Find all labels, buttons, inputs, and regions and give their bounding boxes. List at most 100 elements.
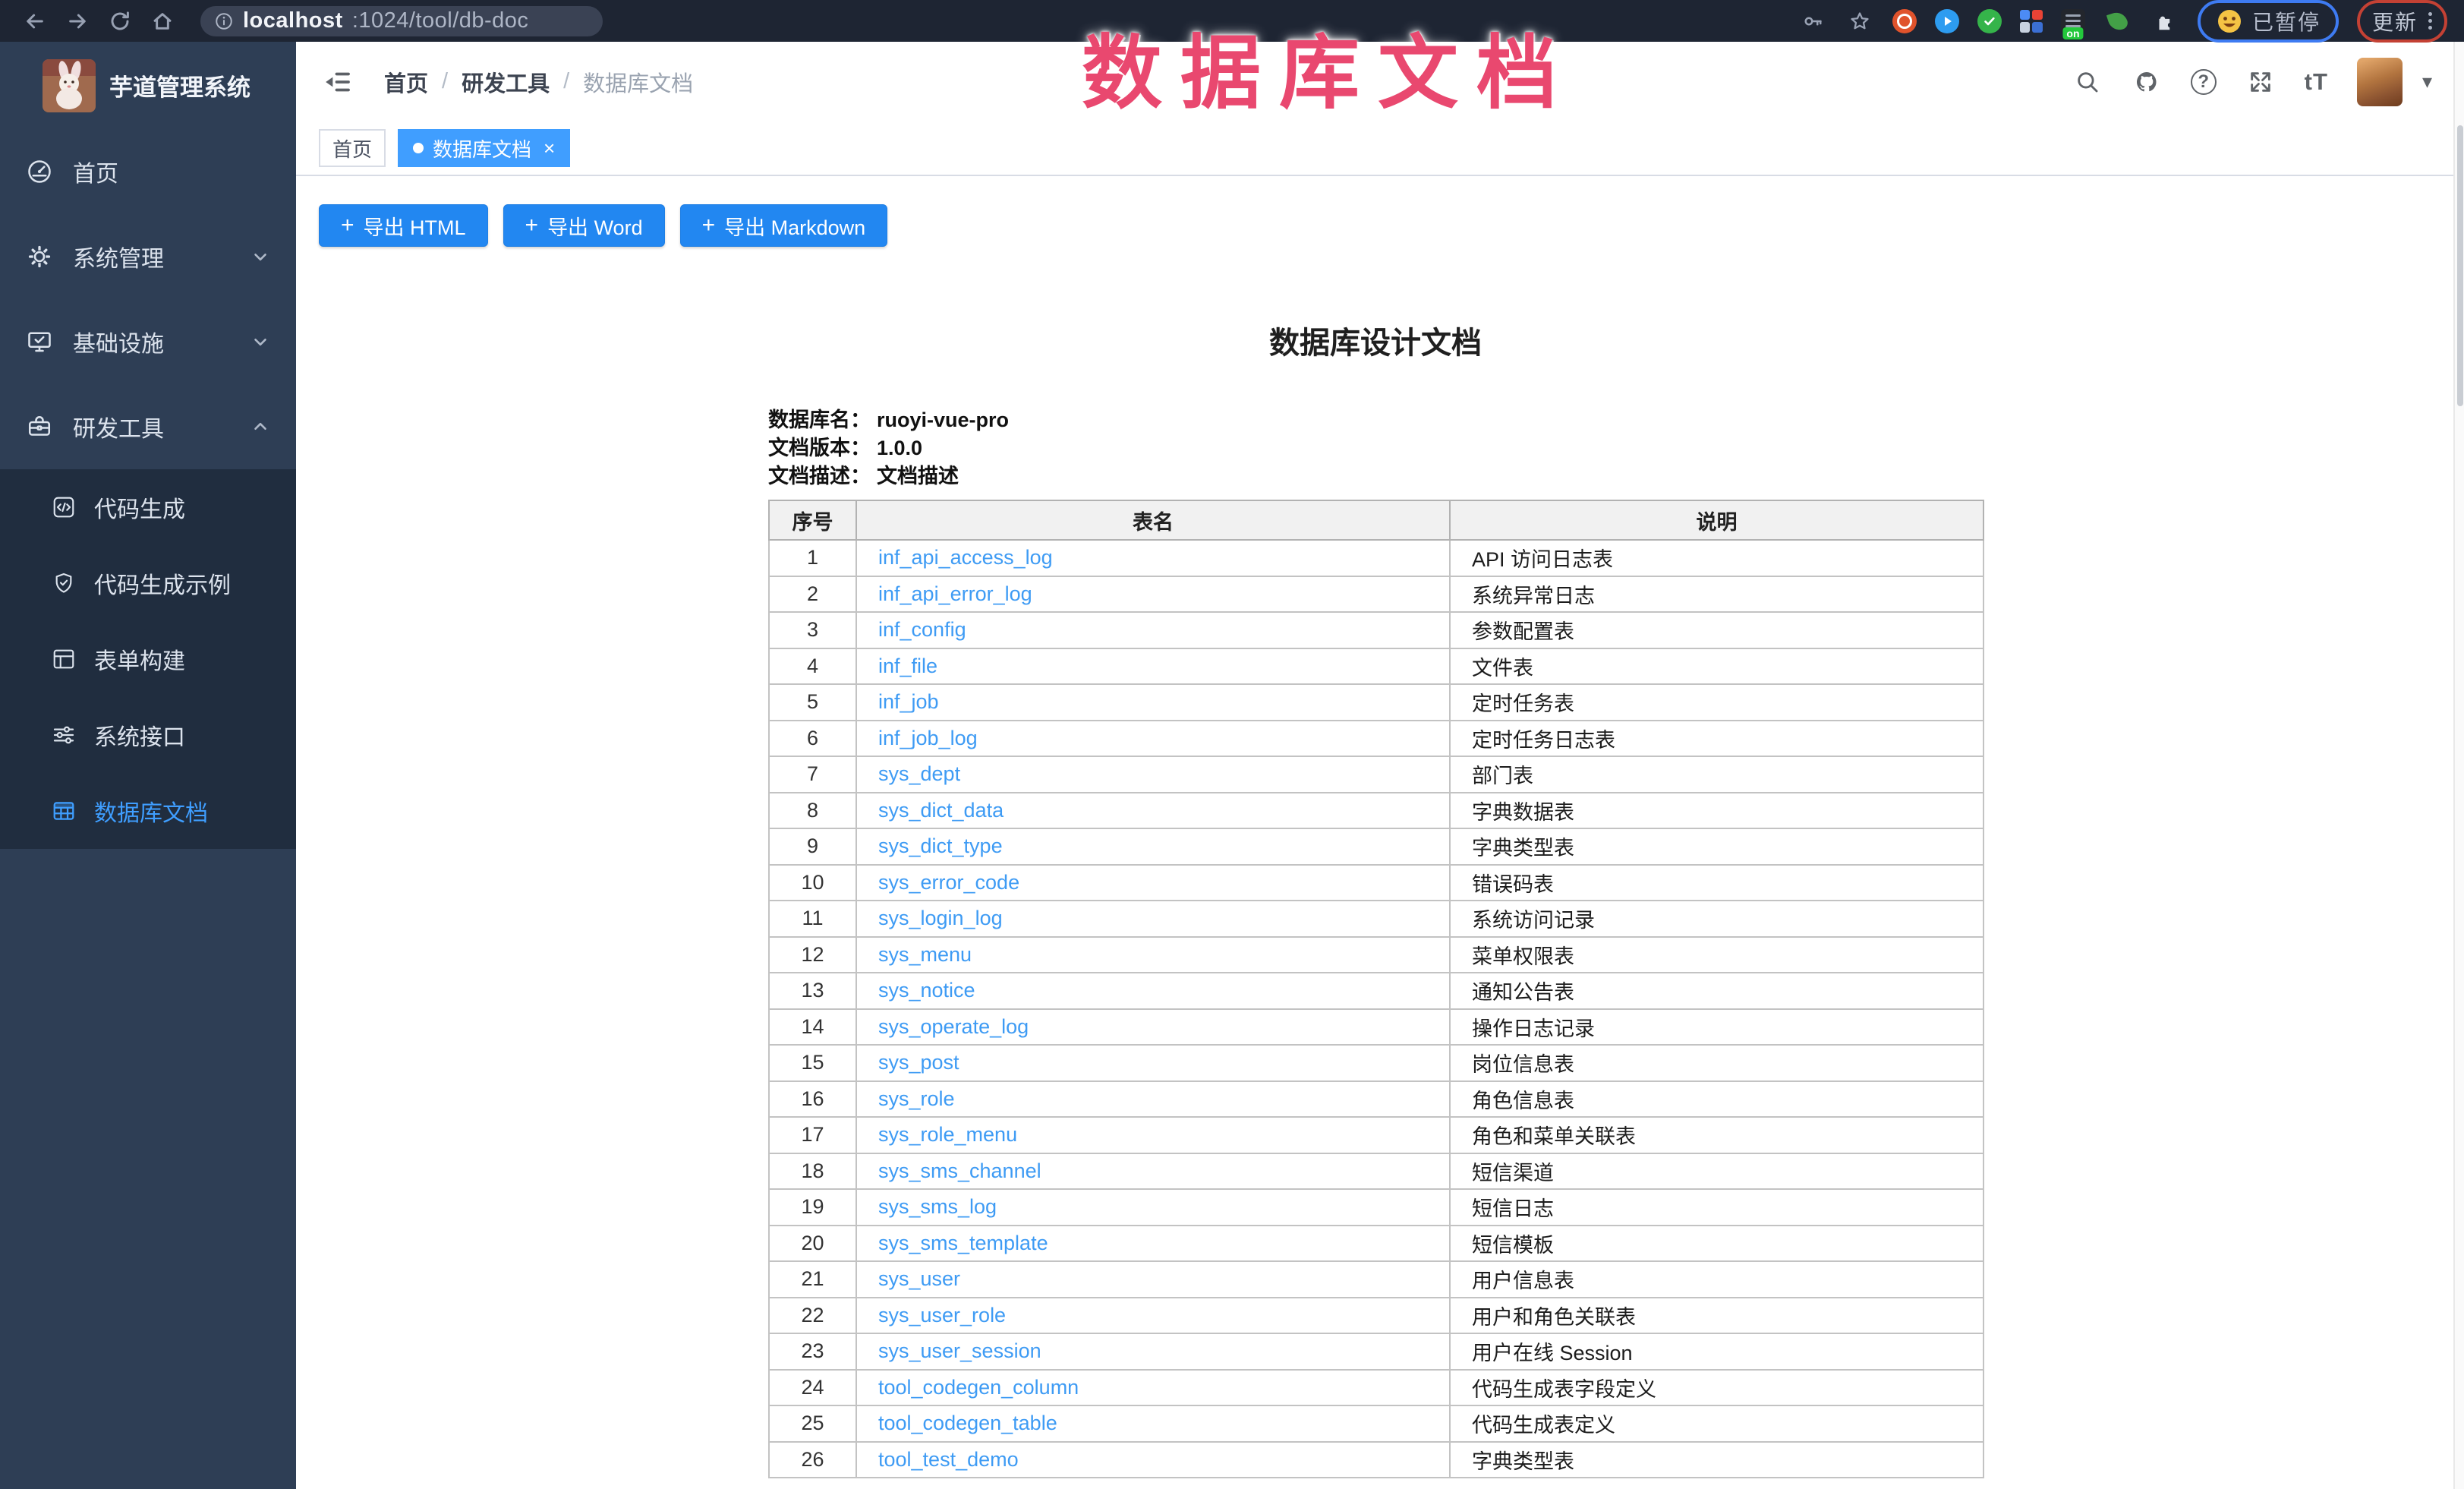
table-name-link[interactable]: sys_user_session <box>878 1339 1041 1362</box>
table-desc: 参数配置表 <box>1450 612 1983 648</box>
breadcrumb-devtools[interactable]: 研发工具 <box>462 66 550 98</box>
sidebar-item-infra[interactable]: 基础设施 <box>0 299 296 384</box>
table-name-link[interactable]: sys_sms_template <box>878 1232 1048 1254</box>
update-chip-annotation[interactable]: 更新 <box>2357 0 2447 43</box>
row-number: 8 <box>769 793 856 829</box>
close-icon[interactable]: × <box>544 138 555 158</box>
bookmark-star-icon[interactable] <box>1845 7 1874 36</box>
table-row: 24 tool_codegen_column 代码生成表字段定义 <box>769 1370 1983 1406</box>
table-name-link[interactable]: inf_api_access_log <box>878 546 1053 569</box>
breadcrumb-home[interactable]: 首页 <box>384 66 428 98</box>
browser-forward-button[interactable] <box>56 5 99 38</box>
table-name-link[interactable]: inf_config <box>878 618 966 641</box>
toolbox-icon <box>26 413 53 440</box>
forward-arrow-icon <box>65 9 90 33</box>
table-name-link[interactable]: sys_error_code <box>878 871 1019 894</box>
table-row: 22 sys_user_role 用户和角色关联表 <box>769 1298 1983 1334</box>
password-key-icon[interactable] <box>1798 7 1827 36</box>
sidebar-item-home[interactable]: 首页 <box>0 129 296 214</box>
col-header-name: 表名 <box>856 500 1450 540</box>
table-name-link[interactable]: inf_api_error_log <box>878 582 1032 605</box>
table-name-link[interactable]: sys_user_role <box>878 1304 1006 1327</box>
table-name-link[interactable]: sys_dict_type <box>878 834 1003 857</box>
table-name-link[interactable]: sys_sms_log <box>878 1195 997 1218</box>
table-row: 23 sys_user_session 用户在线 Session <box>769 1333 1983 1370</box>
table-name-link[interactable]: inf_file <box>878 655 937 677</box>
table-name-link[interactable]: tool_codegen_column <box>878 1376 1079 1399</box>
user-avatar[interactable] <box>2357 58 2403 106</box>
export-button[interactable]: + 导出 HTML <box>319 204 488 247</box>
browser-home-button[interactable] <box>141 5 184 38</box>
doc-meta-line: 数据库名： ruoyi-vue-pro <box>768 406 1983 434</box>
help-icon[interactable]: ? <box>2191 69 2217 95</box>
table-name-link[interactable]: sys_post <box>878 1051 959 1074</box>
sidebar-item-codegen-demo[interactable]: 代码生成示例 <box>0 545 296 621</box>
sidebar-item-system[interactable]: 系统管理 <box>0 214 296 299</box>
fullscreen-icon[interactable] <box>2245 67 2276 97</box>
row-number: 5 <box>769 684 856 721</box>
table-name-link[interactable]: tool_codegen_table <box>878 1412 1057 1434</box>
browser-menu-icon[interactable] <box>2428 12 2432 30</box>
avatar-caret-icon[interactable]: ▾ <box>2422 70 2432 93</box>
row-number: 22 <box>769 1298 856 1334</box>
col-header-desc: 说明 <box>1450 500 1983 540</box>
table-name-link[interactable]: sys_notice <box>878 979 975 1002</box>
table-desc: 代码生成表定义 <box>1450 1405 1983 1442</box>
table-row: 9 sys_dict_type 字典类型表 <box>769 828 1983 865</box>
table-name-link[interactable]: inf_job <box>878 690 939 713</box>
extension-icon-blue[interactable] <box>1935 9 1959 33</box>
sidebar-item-devtools[interactable]: 研发工具 <box>0 384 296 469</box>
table-name-link[interactable]: sys_role_menu <box>878 1123 1017 1146</box>
extension-icon-leaf[interactable] <box>2103 7 2132 36</box>
table-name-link[interactable]: sys_dict_data <box>878 799 1004 822</box>
table-desc: 部门表 <box>1450 756 1983 793</box>
table-desc: 短信日志 <box>1450 1189 1983 1226</box>
table-name-link[interactable]: sys_login_log <box>878 907 1003 929</box>
table-icon <box>52 799 76 823</box>
tag-home[interactable]: 首页 <box>319 129 386 167</box>
export-button[interactable]: + 导出 Word <box>503 204 665 247</box>
paused-extension-annotation[interactable]: 已暂停 <box>2198 0 2339 43</box>
search-icon[interactable] <box>2072 67 2103 97</box>
chevron-down-icon <box>250 332 270 352</box>
browser-reload-button[interactable] <box>99 5 141 38</box>
extension-icon-tampermonkey[interactable]: on <box>2061 9 2085 33</box>
github-icon[interactable] <box>2132 67 2162 97</box>
row-number: 3 <box>769 612 856 648</box>
address-bar[interactable]: localhost:1024/tool/db-doc <box>200 6 603 36</box>
sidebar-item-db-doc[interactable]: 数据库文档 <box>0 773 296 849</box>
table-name-link[interactable]: sys_sms_channel <box>878 1159 1041 1182</box>
sidebar-fold-button[interactable] <box>319 63 357 101</box>
table-desc: 短信模板 <box>1450 1226 1983 1262</box>
table-name-link[interactable]: sys_operate_log <box>878 1015 1029 1038</box>
sidebar-item-form-builder[interactable]: 表单构建 <box>0 621 296 697</box>
table-desc: API 访问日志表 <box>1450 540 1983 576</box>
font-size-icon[interactable]: tT <box>2305 68 2328 96</box>
code-icon <box>52 495 76 519</box>
table-name-link[interactable]: tool_test_demo <box>878 1448 1019 1471</box>
row-number: 11 <box>769 901 856 937</box>
table-name-link[interactable]: sys_user <box>878 1267 960 1290</box>
browser-back-button[interactable] <box>14 5 56 38</box>
sidebar-item-label: 表单构建 <box>94 642 185 676</box>
table-row: 2 inf_api_error_log 系统异常日志 <box>769 576 1983 613</box>
row-number: 18 <box>769 1153 856 1190</box>
export-button[interactable]: + 导出 Markdown <box>680 204 888 247</box>
table-name-link[interactable]: sys_role <box>878 1087 955 1110</box>
url-path: :1024/tool/db-doc <box>352 8 529 33</box>
table-desc: 用户在线 Session <box>1450 1333 1983 1370</box>
extensions-puzzle-icon[interactable] <box>2150 7 2179 36</box>
app-logo[interactable]: 芋道管理系统 <box>0 42 296 129</box>
meta-label: 文档版本： <box>768 434 871 462</box>
extension-icon-grid[interactable] <box>2020 10 2043 33</box>
tag-db-doc[interactable]: 数据库文档 × <box>398 129 570 167</box>
sidebar-item-api[interactable]: 系统接口 <box>0 697 296 773</box>
sidebar-item-codegen[interactable]: 代码生成 <box>0 469 296 545</box>
extension-icon-green-check[interactable] <box>1977 9 2002 33</box>
table-name-link[interactable]: inf_job_log <box>878 727 978 749</box>
page-scrollbar[interactable] <box>2453 42 2464 1489</box>
table-name-link[interactable]: sys_menu <box>878 943 972 966</box>
extension-icon-red[interactable] <box>1892 9 1917 33</box>
table-name-link[interactable]: sys_dept <box>878 762 960 785</box>
scrollbar-thumb[interactable] <box>2457 125 2463 406</box>
